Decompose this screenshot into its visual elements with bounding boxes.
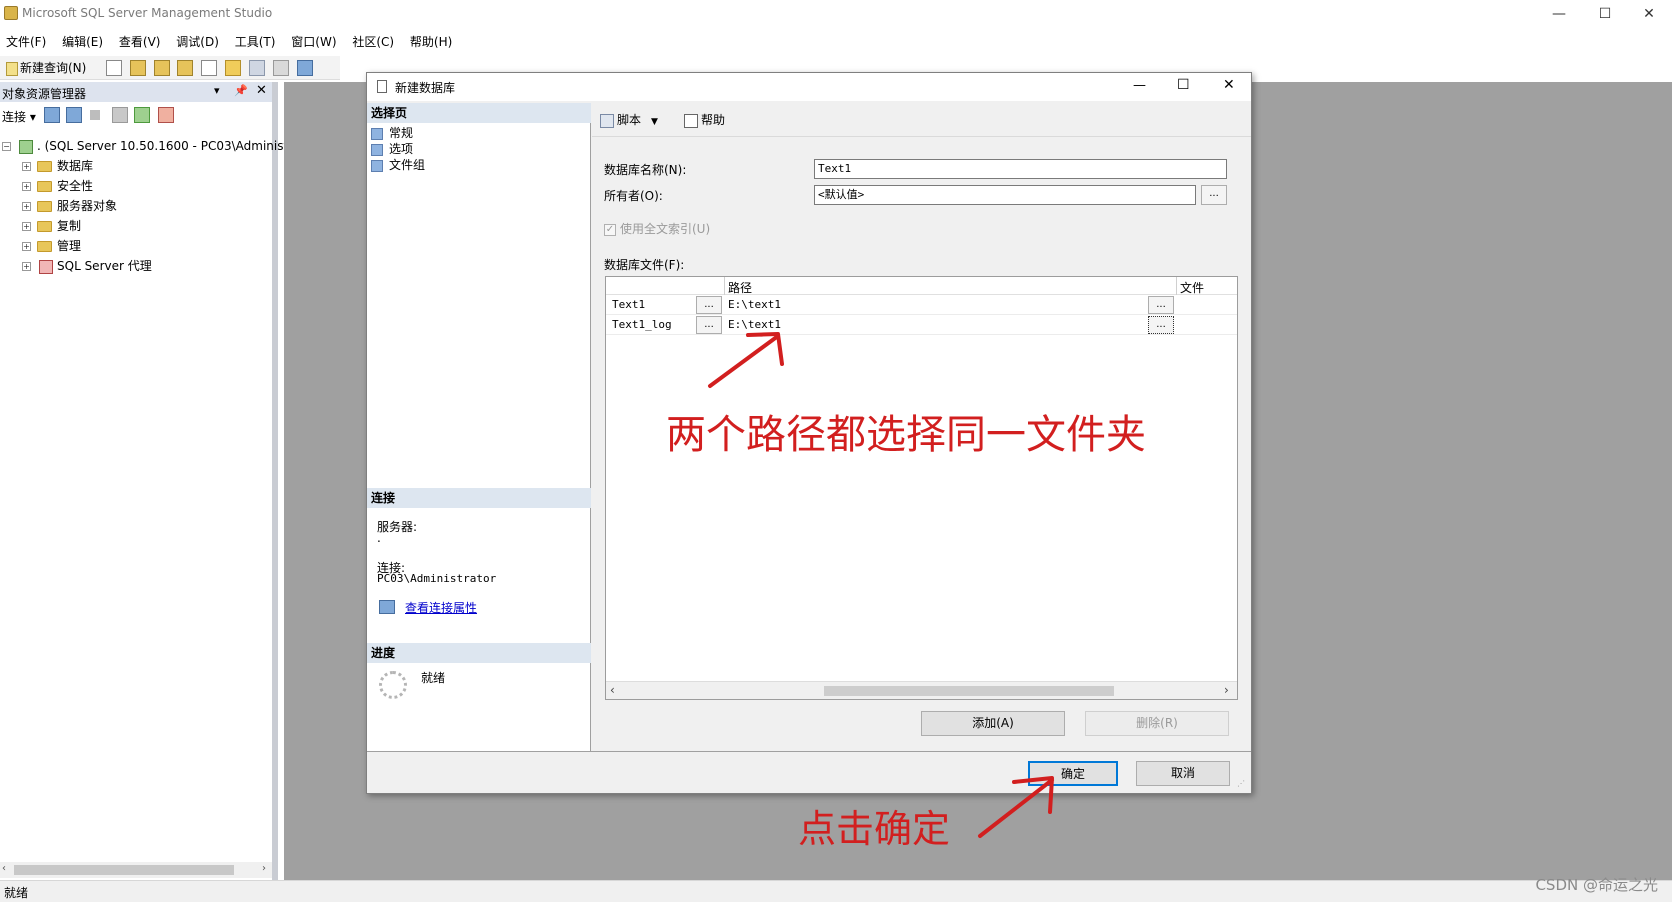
- annotation-paths-note: 两个路径都选择同一文件夹: [666, 412, 1146, 458]
- arrow-to-path: [708, 332, 784, 388]
- arrow-to-ok: [978, 776, 1054, 838]
- watermark: CSDN @命运之光: [1535, 876, 1658, 894]
- annotation-ok-note: 点击确定: [798, 807, 951, 851]
